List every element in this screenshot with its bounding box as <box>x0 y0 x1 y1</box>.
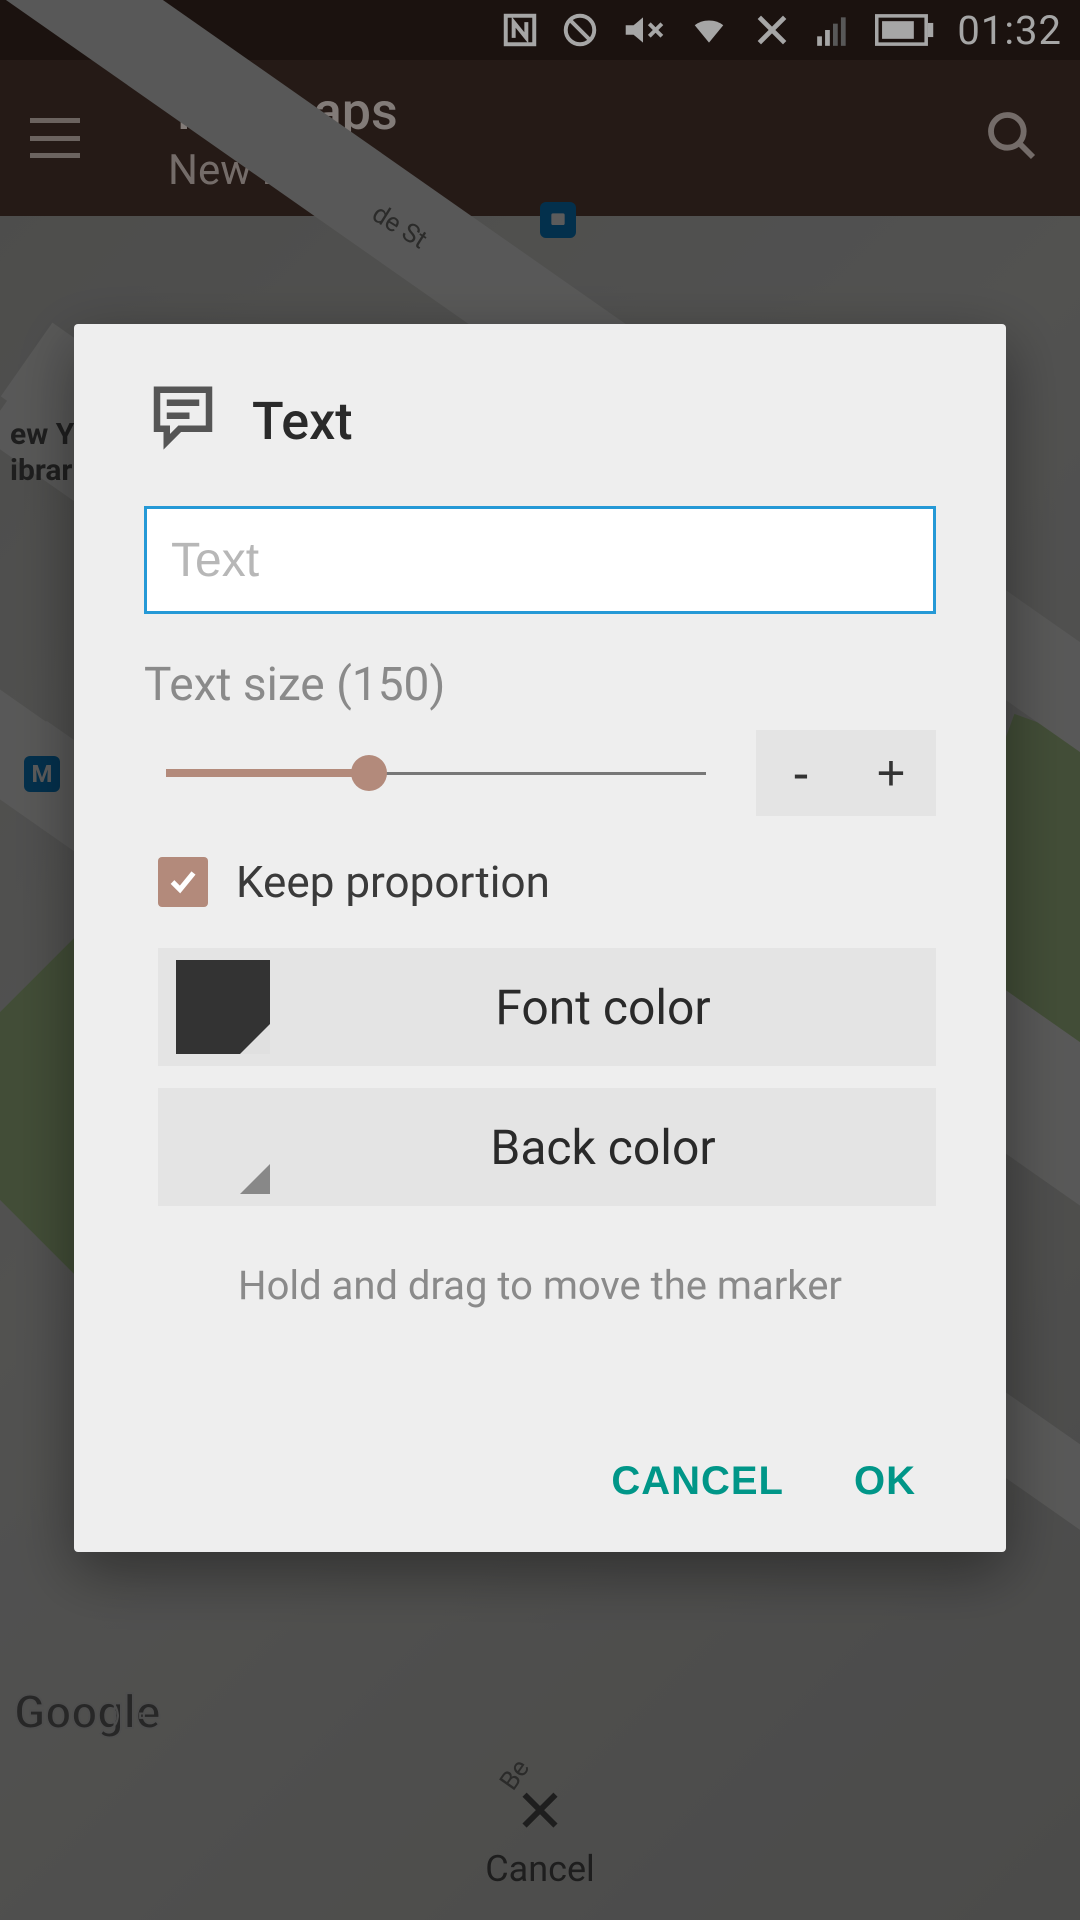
dialog-header: Text <box>144 380 936 462</box>
text-annotation-icon <box>144 380 222 462</box>
keep-proportion-checkbox[interactable] <box>158 857 208 907</box>
dialog-title: Text <box>252 391 353 452</box>
increase-button[interactable]: + <box>846 730 936 816</box>
back-color-swatch <box>176 1100 270 1194</box>
text-input[interactable] <box>144 506 936 614</box>
text-size-label: Text size (150) <box>144 658 936 712</box>
decrease-button[interactable]: - <box>756 730 846 816</box>
text-size-slider[interactable] <box>166 753 706 793</box>
back-color-label: Back color <box>270 1119 936 1176</box>
font-color-swatch <box>176 960 270 1054</box>
dialog-hint: Hold and drag to move the marker <box>144 1262 936 1309</box>
font-color-label: Font color <box>270 979 936 1036</box>
text-dialog: Text Text size (150) - + Keep proportion… <box>74 324 1006 1552</box>
font-color-button[interactable]: Font color <box>158 948 936 1066</box>
cancel-button[interactable]: CANCEL <box>611 1459 784 1504</box>
text-size-stepper: - + <box>756 730 936 816</box>
keep-proportion-label: Keep proportion <box>236 856 550 908</box>
back-color-button[interactable]: Back color <box>158 1088 936 1206</box>
ok-button[interactable]: OK <box>854 1459 916 1504</box>
